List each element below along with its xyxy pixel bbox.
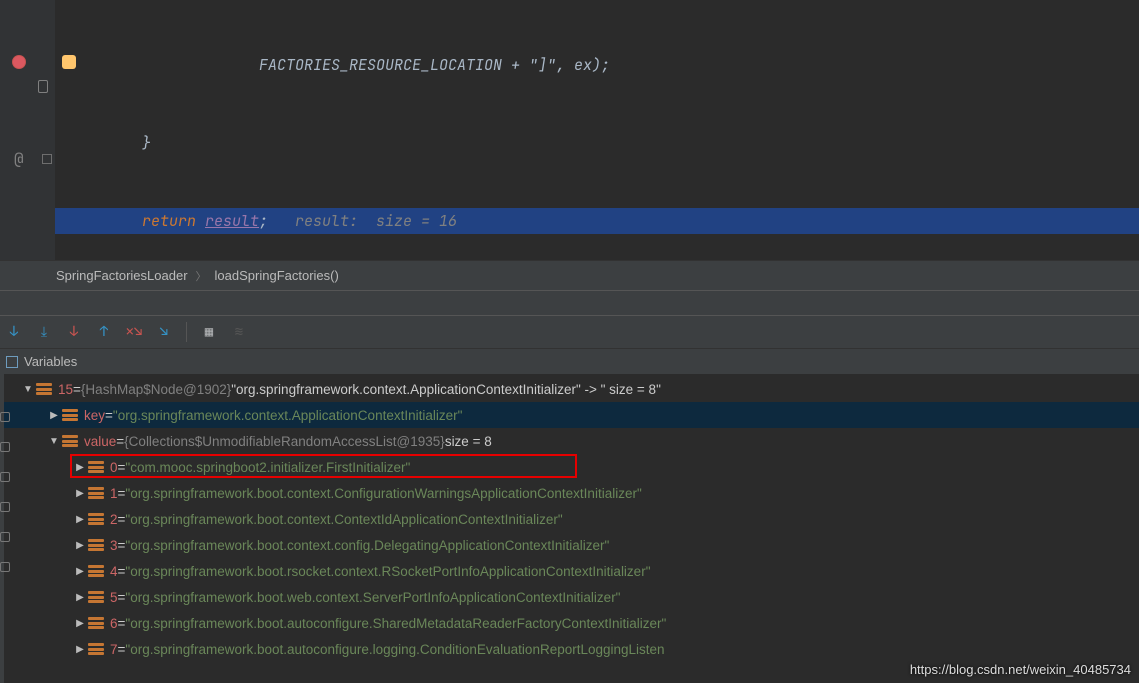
var-value: "org.springframework.boot.rsocket.contex… bbox=[125, 564, 650, 579]
tree-node[interactable]: ▶5 = "org.springframework.boot.web.conte… bbox=[4, 584, 1139, 610]
tool-icon[interactable] bbox=[0, 412, 10, 422]
code-editor[interactable]: @ FACTORIES_RESOURCE_LOCATION + "]", ex)… bbox=[0, 0, 1139, 260]
object-icon bbox=[36, 383, 52, 395]
watermark-text: https://blog.csdn.net/weixin_40485734 bbox=[910, 662, 1131, 677]
breadcrumb-item[interactable]: SpringFactoriesLoader bbox=[56, 268, 188, 283]
tool-icon[interactable] bbox=[0, 442, 10, 452]
code-line: FACTORIES_RESOURCE_LOCATION + "]", ex); bbox=[55, 52, 1139, 78]
tree-node[interactable]: ▼ 15 = {HashMap$Node@1902} "org.springfr… bbox=[4, 376, 1139, 402]
panel-title: Variables bbox=[24, 354, 77, 369]
breadcrumb-item[interactable]: loadSpringFactories() bbox=[215, 268, 339, 283]
expand-arrow-icon[interactable]: ▶ bbox=[74, 514, 86, 525]
var-index: 5 bbox=[110, 590, 118, 605]
debug-toolbar: ↓ ⤓ ↓ ↑ ✕↘ ↘ ▦ ≋ bbox=[0, 315, 1139, 348]
code-area[interactable]: FACTORIES_RESOURCE_LOCATION + "]", ex); … bbox=[55, 0, 1139, 260]
tree-node[interactable]: ▶6 = "org.springframework.boot.autoconfi… bbox=[4, 610, 1139, 636]
calculator-icon[interactable]: ▦ bbox=[201, 324, 217, 340]
annotation-icon: @ bbox=[14, 148, 24, 169]
object-icon bbox=[88, 487, 104, 499]
object-icon bbox=[88, 539, 104, 551]
arrow-down-icon[interactable]: ↓ bbox=[6, 324, 22, 340]
tree-node[interactable]: ▶0 = "com.mooc.springboot2.initializer.F… bbox=[4, 454, 1139, 480]
expand-arrow-icon[interactable]: ▼ bbox=[48, 436, 60, 447]
var-index: 2 bbox=[110, 512, 118, 527]
arrow-down-red-icon[interactable]: ↓ bbox=[66, 324, 82, 340]
expand-arrow-icon[interactable]: ▶ bbox=[74, 644, 86, 655]
object-icon bbox=[88, 591, 104, 603]
expand-arrow-icon[interactable]: ▶ bbox=[74, 566, 86, 577]
var-value: "com.mooc.springboot2.initializer.FirstI… bbox=[125, 460, 410, 475]
tool-icon[interactable] bbox=[0, 532, 10, 542]
gutter: @ bbox=[0, 0, 55, 260]
var-value: "org.springframework.boot.web.context.Se… bbox=[125, 590, 620, 605]
var-index: 4 bbox=[110, 564, 118, 579]
tree-node[interactable]: ▶3 = "org.springframework.boot.context.c… bbox=[4, 532, 1139, 558]
breadcrumb-separator: 〉 bbox=[196, 268, 207, 284]
fold-icon[interactable] bbox=[42, 154, 52, 164]
var-index: 6 bbox=[110, 616, 118, 631]
breadcrumb[interactable]: SpringFactoriesLoader 〉 loadSpringFactor… bbox=[0, 260, 1139, 290]
arrow-up-icon[interactable]: ↑ bbox=[96, 324, 112, 340]
var-index: 1 bbox=[110, 486, 118, 501]
lock-icon bbox=[38, 80, 48, 93]
object-icon bbox=[88, 461, 104, 473]
expand-arrow-icon[interactable]: ▶ bbox=[74, 592, 86, 603]
toolbar-separator bbox=[186, 322, 187, 342]
tree-node[interactable]: ▼ value = {Collections$UnmodifiableRando… bbox=[4, 428, 1139, 454]
tree-node[interactable]: ▶2 = "org.springframework.boot.context.C… bbox=[4, 506, 1139, 532]
tool-icon[interactable] bbox=[0, 502, 10, 512]
drop-frame-icon[interactable]: ✕↘ bbox=[126, 324, 142, 340]
expand-arrow-icon[interactable]: ▼ bbox=[22, 384, 34, 395]
left-tool-strip bbox=[0, 402, 10, 572]
var-value: "org.springframework.boot.context.Contex… bbox=[125, 512, 562, 527]
restore-icon[interactable] bbox=[6, 356, 18, 368]
object-icon bbox=[88, 565, 104, 577]
tree-node-selected[interactable]: ▶ key = "org.springframework.context.App… bbox=[4, 402, 1139, 428]
object-icon bbox=[88, 513, 104, 525]
tree-node[interactable]: ▶7 = "org.springframework.boot.autoconfi… bbox=[4, 636, 1139, 662]
var-value: "org.springframework.boot.context.config… bbox=[125, 538, 609, 553]
run-to-cursor-icon[interactable]: ↘ bbox=[156, 324, 172, 340]
expand-arrow-icon[interactable]: ▶ bbox=[74, 618, 86, 629]
var-value: "org.springframework.boot.autoconfigure.… bbox=[125, 616, 666, 631]
object-icon bbox=[88, 617, 104, 629]
code-line: } bbox=[55, 130, 1139, 156]
object-icon bbox=[88, 643, 104, 655]
var-index: 3 bbox=[110, 538, 118, 553]
var-value: "org.springframework.boot.autoconfigure.… bbox=[125, 642, 664, 657]
tool-icon[interactable] bbox=[0, 472, 10, 482]
expand-arrow-icon[interactable]: ▶ bbox=[48, 410, 60, 421]
variables-tree[interactable]: ▼ 15 = {HashMap$Node@1902} "org.springfr… bbox=[0, 374, 1139, 683]
trace-icon[interactable]: ≋ bbox=[231, 324, 247, 340]
variables-panel-header[interactable]: Variables bbox=[0, 348, 1139, 374]
arrow-down-line-icon[interactable]: ⤓ bbox=[36, 324, 52, 340]
expand-arrow-icon[interactable]: ▶ bbox=[74, 462, 86, 473]
expand-arrow-icon[interactable]: ▶ bbox=[74, 488, 86, 499]
tree-node[interactable]: ▶4 = "org.springframework.boot.rsocket.c… bbox=[4, 558, 1139, 584]
tree-node[interactable]: ▶1 = "org.springframework.boot.context.C… bbox=[4, 480, 1139, 506]
breakpoint-icon[interactable] bbox=[12, 55, 26, 69]
var-value: "org.springframework.boot.context.Config… bbox=[125, 486, 641, 501]
panel-divider[interactable] bbox=[0, 290, 1139, 315]
object-icon bbox=[62, 435, 78, 447]
var-index: 0 bbox=[110, 460, 118, 475]
code-line-highlighted: return result; result: size = 16 bbox=[55, 208, 1139, 234]
expand-arrow-icon[interactable]: ▶ bbox=[74, 540, 86, 551]
tool-icon[interactable] bbox=[0, 562, 10, 572]
var-index: 7 bbox=[110, 642, 118, 657]
object-icon bbox=[62, 409, 78, 421]
